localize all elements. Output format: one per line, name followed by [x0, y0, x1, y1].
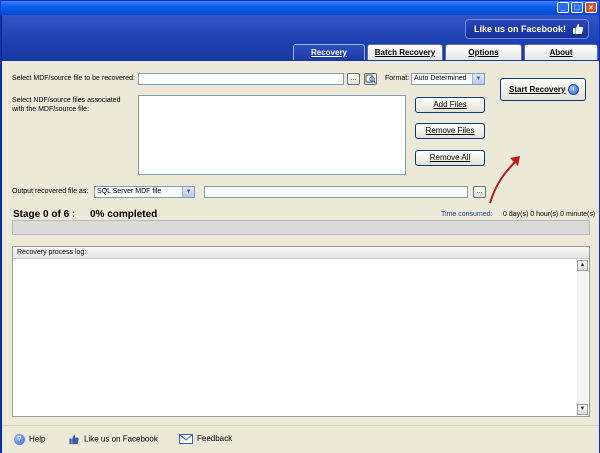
title-bar[interactable]: _ □ × [1, 1, 599, 15]
ndf-files-list[interactable] [138, 95, 406, 175]
format-label: Format: [385, 75, 410, 82]
remove-files-button[interactable]: Remove Files [415, 123, 485, 139]
help-icon: ? [14, 434, 25, 445]
feedback-label: Feedback [197, 434, 233, 444]
scroll-down-icon[interactable]: ▼ [577, 404, 588, 415]
annotation-arrow-icon [489, 156, 520, 204]
tab-batch-recovery[interactable]: Batch Recovery [367, 44, 443, 60]
source-file-label: Select MDF/source file to be recovered: [12, 75, 135, 82]
output-path-input[interactable] [204, 186, 468, 198]
go-arrow-icon: › [568, 84, 579, 95]
tab-recovery[interactable]: Recovery [293, 44, 365, 60]
thumbs-up-icon [573, 24, 584, 34]
ndf-label-line2: with the MDF/source file: [12, 106, 90, 113]
feedback-link[interactable]: Feedback [179, 434, 232, 444]
format-value: Auto Determined [414, 75, 467, 82]
progress-bar [12, 220, 590, 235]
envelope-icon [179, 434, 193, 444]
tab-about[interactable]: About [524, 44, 598, 60]
time-consumed-value: 0 day(s) 0 hour(s) 0 minute(s) [503, 211, 596, 218]
facebook-link-label: Like us on Facebook [84, 434, 158, 444]
scan-button[interactable] [364, 73, 377, 85]
source-file-input[interactable] [138, 73, 344, 85]
log-header: Recovery process log: [13, 247, 589, 259]
stage-indicator: Stage 0 of 6 : [13, 209, 76, 220]
output-type-value: SQL Server MDF file [97, 188, 162, 195]
facebook-banner-label: Like us on Facebook! [474, 24, 567, 34]
facebook-banner-button[interactable]: Like us on Facebook! [465, 19, 589, 39]
recovery-log-panel[interactable]: Recovery process log: ▲ ▼ [12, 246, 590, 417]
maximize-icon[interactable]: □ [571, 2, 583, 13]
recovery-panel: Select MDF/source file to be recovered: … [2, 61, 599, 425]
source-browse-button[interactable]: ... [347, 73, 360, 85]
ndf-label-line1: Select NDF/source files associated [12, 97, 121, 104]
tab-options[interactable]: Options [445, 44, 522, 60]
facebook-link[interactable]: Like us on Facebook [68, 434, 158, 445]
output-type-select[interactable]: SQL Server MDF file ▼ [94, 186, 195, 198]
close-icon[interactable]: × [585, 2, 597, 13]
help-label: Help [29, 434, 46, 444]
thumbs-up-icon [69, 434, 79, 445]
minimize-icon[interactable]: _ [557, 2, 569, 13]
scroll-up-icon[interactable]: ▲ [577, 260, 588, 271]
help-link[interactable]: ? Help [14, 434, 45, 445]
add-files-button[interactable]: Add Files [415, 97, 485, 113]
chevron-down-icon: ▼ [472, 74, 484, 84]
start-recovery-button[interactable]: Start Recovery › [500, 78, 586, 101]
percent-completed: 0% completed [90, 209, 158, 220]
header-banner: Like us on Facebook! Recovery Batch Reco… [2, 15, 599, 61]
app-window: _ □ × Like us on Facebook! Recovery Batc… [0, 0, 600, 453]
output-label: Output recovered file as: [12, 188, 89, 195]
footer-bar: ? Help Like us on Facebook Feedback [2, 425, 599, 453]
chevron-down-icon: ▼ [182, 187, 194, 197]
start-recovery-label: Start Recovery [509, 85, 566, 94]
format-select[interactable]: Auto Determined ▼ [411, 73, 485, 85]
time-consumed-label: Time consumed: [441, 211, 493, 218]
scan-icon [365, 74, 376, 83]
log-scrollbar[interactable]: ▲ ▼ [577, 260, 588, 415]
